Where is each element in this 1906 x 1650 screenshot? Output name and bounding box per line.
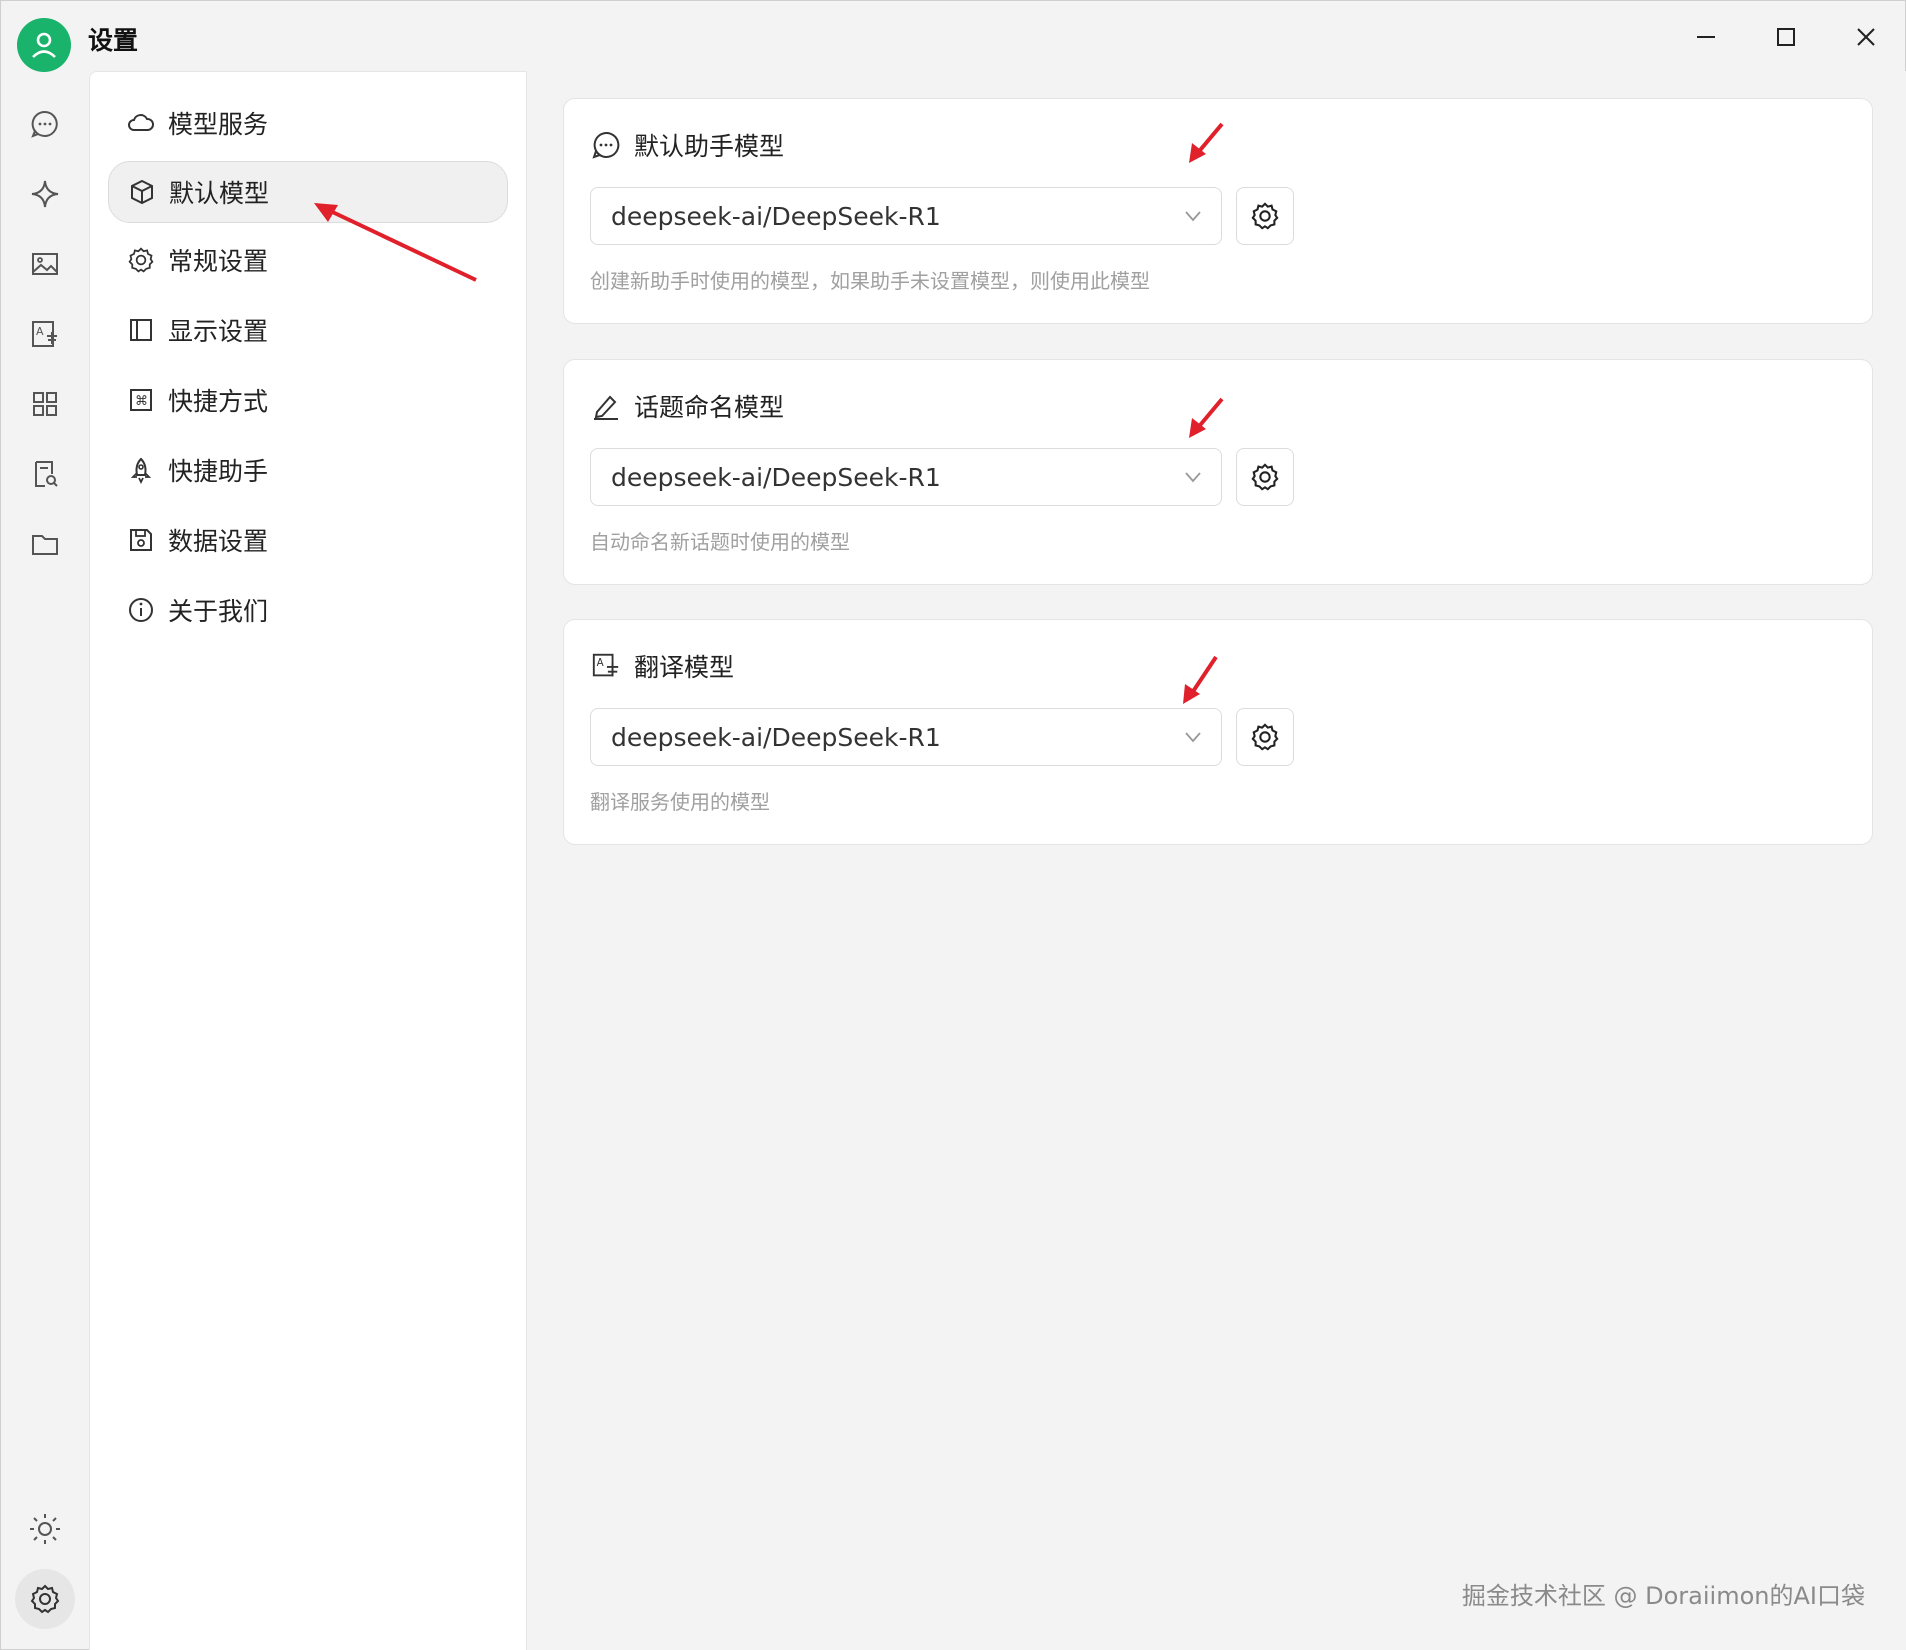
nav-item-shortcuts[interactable]: ⌘ 快捷方式 (108, 369, 508, 431)
card-default-assistant-model: 默认助手模型 deepseek-ai/DeepSeek-R1 创建新助手时使用的… (563, 98, 1873, 324)
translate-icon: A (32, 321, 57, 347)
info-icon (126, 595, 156, 625)
card-description: 翻译服务使用的模型 (590, 790, 770, 814)
card-title: 默认助手模型 (634, 132, 785, 161)
title-bar: 设置 (1, 1, 1905, 72)
rail-apps[interactable] (23, 382, 67, 426)
rail-translate[interactable]: A (23, 312, 67, 356)
rail-chat[interactable] (23, 102, 67, 146)
nav-item-label: 显示设置 (168, 317, 269, 346)
model-settings-button[interactable] (1236, 187, 1294, 245)
chevron-down-icon (1185, 732, 1201, 743)
model-settings-button[interactable] (1236, 708, 1294, 766)
svg-text:A: A (597, 657, 604, 669)
rocket-icon (126, 455, 156, 485)
annotation-arrow (1189, 397, 1224, 438)
chat-bubble-icon (590, 129, 622, 161)
gear-icon (1251, 202, 1279, 230)
minimize-button[interactable] (1678, 15, 1734, 59)
nav-item-data[interactable]: 数据设置 (108, 509, 508, 571)
maximize-button[interactable] (1758, 15, 1814, 59)
chevron-down-icon (1185, 472, 1201, 483)
maximize-icon (1777, 28, 1795, 46)
folder-icon (32, 535, 58, 555)
settings-gear-icon (30, 1584, 60, 1614)
rail-files[interactable] (23, 522, 67, 566)
command-icon: ⌘ (126, 385, 156, 415)
model-select[interactable]: deepseek-ai/DeepSeek-R1 (590, 448, 1222, 506)
card-translate-model: A 翻译模型 deepseek-ai/DeepSeek-R1 翻译服务使用的模型 (563, 619, 1873, 845)
card-title: 话题命名模型 (634, 393, 785, 422)
card-title: 翻译模型 (634, 653, 735, 682)
grid-icon (33, 392, 57, 416)
rail-settings[interactable] (15, 1569, 75, 1629)
user-icon (32, 32, 56, 58)
annotation-arrow (314, 203, 477, 282)
model-select[interactable]: deepseek-ai/DeepSeek-R1 (590, 708, 1222, 766)
theme-sun-icon (30, 1514, 60, 1544)
svg-text:⌘: ⌘ (135, 394, 148, 409)
settings-window: 设置 A 模型服务 默认模型 常规设置 显示设置 ⌘ 快捷方式 快捷助手 数据设… (0, 0, 1906, 1650)
svg-text:A: A (36, 325, 44, 338)
model-settings-button[interactable] (1236, 448, 1294, 506)
rail-agents[interactable] (23, 172, 67, 216)
nav-item-quick-assistant[interactable]: 快捷助手 (108, 439, 508, 501)
nav-item-model-service[interactable]: 模型服务 (108, 92, 508, 154)
gear-icon (126, 245, 156, 275)
rail-theme[interactable] (23, 1507, 67, 1551)
gear-icon (1251, 723, 1279, 751)
window-title: 设置 (88, 26, 139, 55)
gear-icon (1251, 463, 1279, 491)
nav-item-label: 常规设置 (168, 247, 269, 276)
model-select-value: deepseek-ai/DeepSeek-R1 (611, 201, 941, 231)
watermark: 掘金技术社区 @ Doraiimon的AI口袋 (1461, 1582, 1865, 1610)
model-select-value: deepseek-ai/DeepSeek-R1 (611, 462, 941, 492)
icon-rail: A (1, 71, 89, 1650)
annotation-arrow (1183, 655, 1218, 704)
card-topic-naming-model: 话题命名模型 deepseek-ai/DeepSeek-R1 自动命名新话题时使… (563, 359, 1873, 585)
minimize-icon (1697, 36, 1715, 38)
close-icon (1857, 28, 1875, 46)
sparkle-icon (31, 180, 59, 208)
image-icon (32, 253, 58, 275)
model-select[interactable]: deepseek-ai/DeepSeek-R1 (590, 187, 1222, 245)
nav-item-about[interactable]: 关于我们 (108, 579, 508, 641)
layout-icon (126, 315, 156, 345)
rail-images[interactable] (23, 242, 67, 286)
nav-item-label: 数据设置 (168, 527, 269, 556)
close-button[interactable] (1838, 15, 1894, 59)
model-select-value: deepseek-ai/DeepSeek-R1 (611, 722, 941, 752)
nav-item-label: 快捷助手 (168, 457, 269, 486)
cloud-icon (126, 108, 156, 138)
card-description: 自动命名新话题时使用的模型 (590, 530, 850, 554)
nav-item-display[interactable]: 显示设置 (108, 299, 508, 361)
cube-icon (127, 177, 157, 207)
nav-item-label: 快捷方式 (168, 387, 269, 416)
main-content: 默认助手模型 deepseek-ai/DeepSeek-R1 创建新助手时使用的… (527, 71, 1906, 1650)
document-search-icon (35, 461, 58, 487)
avatar[interactable] (17, 18, 71, 72)
chat-icon (31, 110, 58, 138)
settings-nav: 模型服务 默认模型 常规设置 显示设置 ⌘ 快捷方式 快捷助手 数据设置 关于我 (89, 71, 527, 1650)
annotation-arrow (1189, 122, 1224, 163)
nav-item-label: 关于我们 (168, 597, 269, 626)
card-description: 创建新助手时使用的模型，如果助手未设置模型，则使用此模型 (590, 269, 1150, 293)
save-icon (126, 525, 156, 555)
chevron-down-icon (1185, 211, 1201, 222)
rail-knowledge[interactable] (23, 452, 67, 496)
translate-icon: A (590, 650, 622, 682)
pencil-icon (590, 390, 622, 422)
nav-item-label: 模型服务 (168, 110, 269, 139)
nav-item-label: 默认模型 (169, 179, 270, 208)
